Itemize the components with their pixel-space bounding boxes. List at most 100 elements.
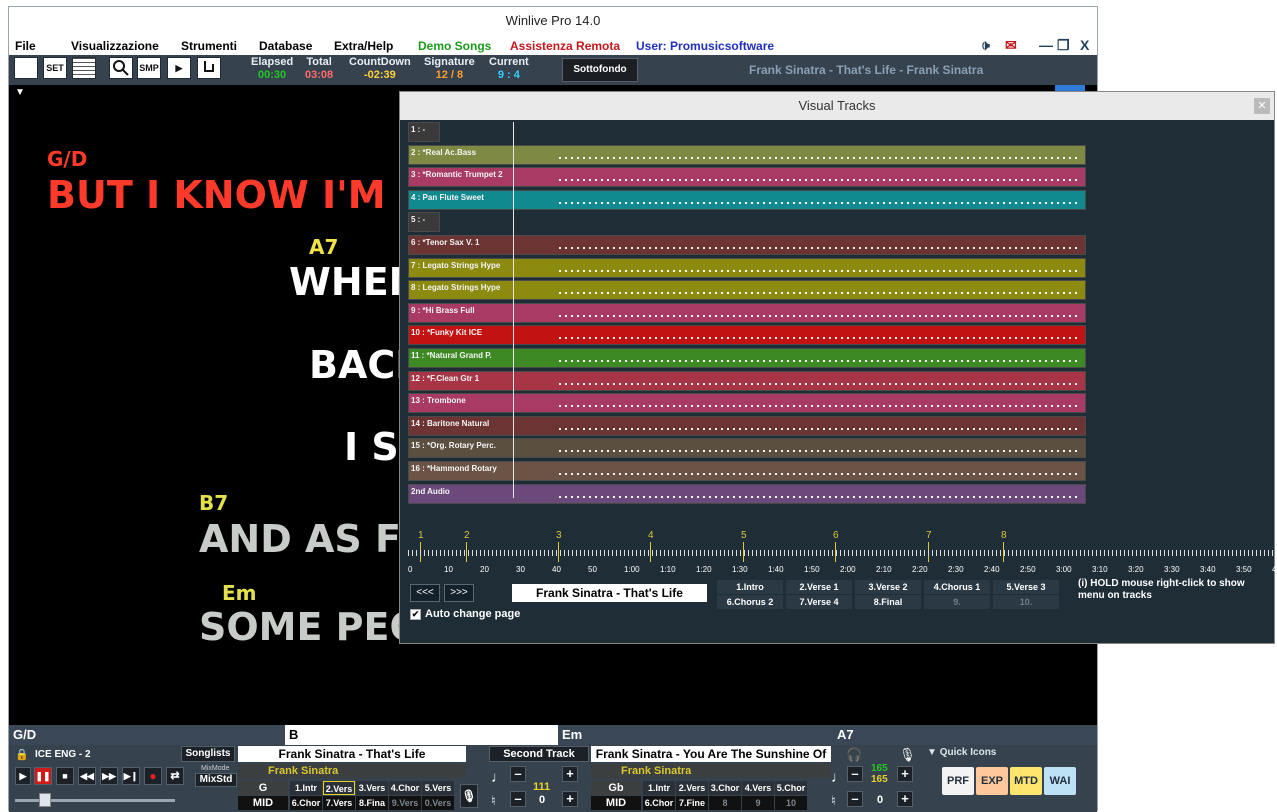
track-row[interactable]: 16 : *Hammond Rotary [408,461,1086,481]
transpose-plus-button[interactable]: + [562,791,578,807]
transpose2-plus-button[interactable]: + [897,791,913,807]
time-ruler[interactable] [408,550,1274,556]
section-button[interactable]: 6.Chor [290,796,322,810]
section-button[interactable]: 9.Vers [389,796,421,810]
track-row[interactable]: 2 : *Real Ac.Bass [408,144,1086,165]
forward-button[interactable]: ▶▶ [100,767,118,785]
visual-section-bottom[interactable]: 6.Chorus 2 [717,595,783,609]
prev-page-button[interactable]: <<< [410,584,440,602]
headphones-icon[interactable]: 🎧 [846,747,862,763]
play-icon[interactable]: ▶ [167,57,191,79]
songlists-button[interactable]: Songlists [181,746,235,762]
track-row[interactable]: 9 : *Hi Brass Full [408,302,1086,323]
quick-icon-mtd-button[interactable]: MTD [1010,767,1042,795]
section-button[interactable]: 3.Vers [356,781,388,795]
section-button[interactable]: 6.Chor [643,796,675,810]
speaker-icon[interactable]: 🕩 [981,37,990,54]
menu-user[interactable]: User: Promusicsoftware [636,39,774,53]
section-button[interactable]: 4.Vers [742,781,774,795]
track-row[interactable]: 12 : *F.Clean Gtr 1 [408,370,1086,391]
song2-mid[interactable]: MID [591,796,641,810]
quick-icon-prf-button[interactable]: PRF [942,767,974,795]
section-button[interactable]: 7.Fine [676,796,708,810]
transpose2-minus-button[interactable]: – [847,791,863,807]
second-track-button[interactable]: Second Track [489,746,589,762]
visual-section-bottom[interactable]: 10. [993,595,1059,609]
sottofondo-button[interactable]: Sottofondo [562,58,638,82]
section-button[interactable]: 7.Vers [323,796,355,810]
playback-cursor[interactable] [513,122,514,498]
set-icon[interactable]: SET [43,57,67,79]
track-row[interactable]: 2nd Audio [408,483,1086,504]
track-row[interactable]: 6 : *Tenor Sax V. 1 [408,235,1086,255]
section-button[interactable]: 4.Chor [389,781,421,795]
section-button[interactable]: 8.Fina [356,796,388,810]
menu-assistenza-remota[interactable]: Assistenza Remota [510,39,620,53]
auto-change-page[interactable]: ✔ Auto change page [410,608,520,620]
position-slider-handle[interactable] [39,793,51,807]
track-row[interactable]: 8 : Legato Strings Hype [408,280,1086,301]
visual-section-bottom[interactable]: 9. [924,595,990,609]
track-row[interactable]: 11 : *Natural Grand P. [408,348,1086,368]
visual-section-top[interactable]: 2.Verse 1 [786,580,852,594]
track-row[interactable]: 10 : *Funky Kit ICE [408,325,1086,346]
section-button[interactable]: 1.Intr [643,781,675,795]
microphone-icon[interactable]: 🎙 [460,784,478,808]
track-row[interactable]: 13 : Trombone [408,393,1086,414]
visual-section-top[interactable]: 1.Intro [717,580,783,594]
search-icon[interactable] [109,57,133,79]
section-button[interactable]: 9 [742,796,774,810]
menu-database[interactable]: Database [259,39,312,53]
visual-section-top[interactable]: 4.Chorus 1 [924,580,990,594]
record-button[interactable]: ● [144,767,162,785]
track-row[interactable]: 1 : - [408,122,440,142]
pause-button[interactable]: ❚❚ [34,767,52,785]
menu-file[interactable]: File [15,39,36,53]
menu-demo-songs[interactable]: Demo Songs [418,39,491,53]
section-button[interactable]: 2.Vers [676,781,708,795]
quick-icons-label[interactable]: ▼ Quick Icons [927,747,996,758]
close-icon[interactable]: X [1080,37,1089,53]
mixstd-button[interactable]: MixStd [195,773,237,787]
visual-section-bottom[interactable]: 8.Final [855,595,921,609]
quick-icon-wai-button[interactable]: WAI [1044,767,1076,795]
lock-icon[interactable]: 🔒 [15,748,29,761]
auto-change-checkbox[interactable]: ✔ [410,608,421,620]
section-button[interactable]: 5.Chor [775,781,807,795]
microphone-icon[interactable]: 🎙 [899,747,916,763]
transpose-minus-button[interactable]: – [510,791,526,807]
vol-minus-button[interactable]: – [847,766,863,782]
rewind-button[interactable]: ◀◀ [78,767,96,785]
track-row[interactable]: 7 : Legato Strings Hype [408,257,1086,278]
play-button[interactable]: ▶ [15,767,31,785]
restore-icon[interactable]: ❐ [1057,37,1070,54]
section-button[interactable]: 3.Chor [709,781,741,795]
loop-button[interactable]: ⇄ [166,767,184,785]
section-button[interactable]: 10 [775,796,807,810]
song1-mid[interactable]: MID [238,796,288,810]
smp-icon[interactable]: SMP [137,57,161,79]
close-icon[interactable]: ✕ [1254,98,1270,114]
track-row[interactable]: 3 : *Romantic Trumpet 2 [408,167,1086,188]
track-row[interactable]: 4 : Pan Flute Sweet [408,189,1086,210]
quick-icon-exp-button[interactable]: EXP [976,767,1008,795]
section-button[interactable]: 1.Intr [290,781,322,795]
folder-icon[interactable] [14,57,38,79]
grid-icon[interactable] [72,57,96,79]
section-button[interactable]: 0.Vers [422,796,454,810]
next-page-button[interactable]: >>> [444,584,474,602]
minimize-icon[interactable]: — [1039,37,1053,53]
section-button[interactable]: 8 [709,796,741,810]
collapse-arrow-icon[interactable]: ▼ [15,87,25,98]
song2-title[interactable]: Frank Sinatra - You Are The Sunshine Of [591,746,831,762]
menu-strumenti[interactable]: Strumenti [181,39,237,53]
next-button[interactable]: ▶❙ [122,767,140,785]
mail-icon[interactable]: ✉ [1005,37,1017,54]
section-button[interactable]: 2.Vers [323,781,355,795]
visual-section-top[interactable]: 5.Verse 3 [993,580,1059,594]
track-row[interactable]: 5 : - [408,212,440,233]
track-row[interactable]: 14 : Baritone Natural [408,415,1086,436]
tempo-minus-button[interactable]: – [510,766,526,782]
tempo-plus-button[interactable]: + [562,766,578,782]
section-button[interactable]: 5.Vers [422,781,454,795]
